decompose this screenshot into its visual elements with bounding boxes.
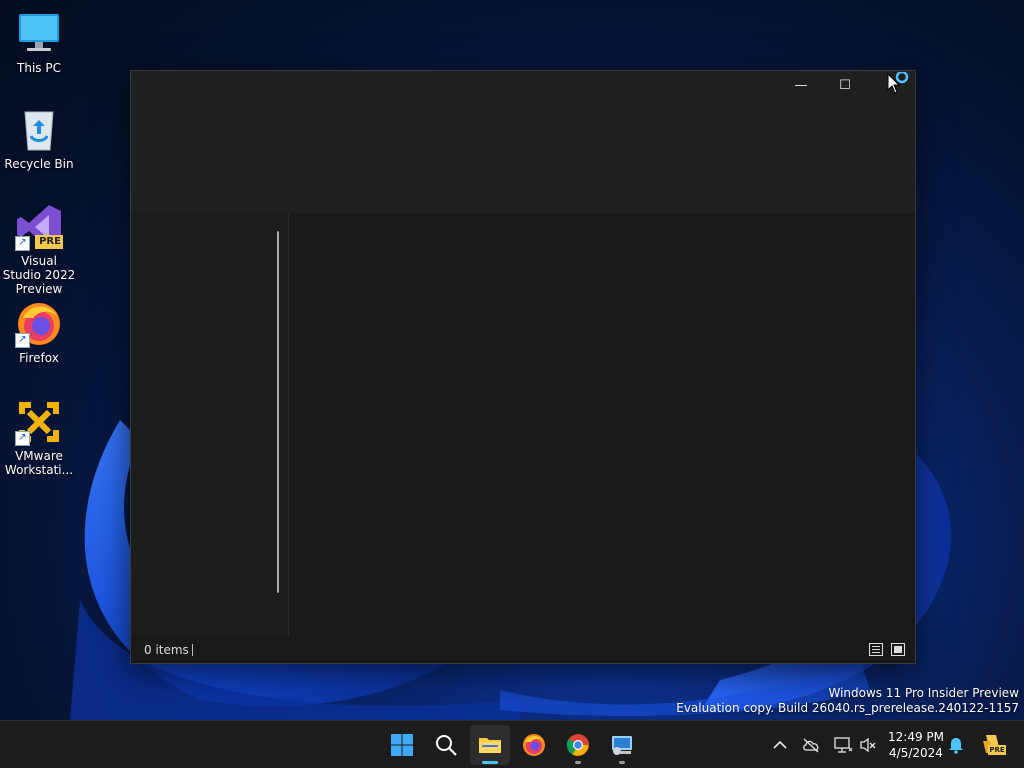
network-tray-button[interactable] <box>833 735 853 755</box>
taskbar: 12:49 PM 4/5/2024 PRE <box>0 720 1024 768</box>
visual-studio-icon: PRE ↗ <box>15 203 63 251</box>
desktop-icon-label: Visual Studio 2022 Preview <box>2 254 76 296</box>
chrome-icon <box>566 734 589 756</box>
explorer-content <box>131 213 915 636</box>
shortcut-arrow-icon: ↗ <box>15 431 30 446</box>
network-icon <box>834 737 853 753</box>
recycle-bin-icon <box>15 106 63 154</box>
computer-icon <box>15 10 63 58</box>
system-clock[interactable]: 12:49 PM 4/5/2024 <box>884 729 948 761</box>
taskbar-chrome[interactable] <box>558 725 598 765</box>
taskbar-file-explorer[interactable] <box>470 725 510 765</box>
volume-muted-icon <box>860 737 876 753</box>
search-button[interactable] <box>426 725 466 765</box>
desktop-icon-this-pc[interactable]: This PC <box>2 10 76 75</box>
status-bar: 0 items <box>131 636 915 663</box>
mouse-cursor <box>886 70 912 102</box>
active-indicator <box>482 761 498 764</box>
vmware-icon: ↗ <box>15 398 63 446</box>
desktop-icon-visual-studio[interactable]: PRE ↗ Visual Studio 2022 Preview <box>2 203 76 296</box>
large-icons-view-button[interactable] <box>891 643 905 656</box>
taskbar-firefox[interactable] <box>514 725 554 765</box>
firefox-icon <box>523 734 545 756</box>
file-explorer-window[interactable]: — ☐ ✕ 0 items <box>130 70 916 664</box>
pre-badge: PRE <box>988 745 1006 755</box>
watermark-line-2: Evaluation copy. Build 26040.rs_prerelea… <box>676 701 1019 715</box>
desktop-icon-label: This PC <box>17 61 61 75</box>
minimize-icon: — <box>794 78 808 93</box>
minimize-button[interactable]: — <box>779 71 823 103</box>
running-indicator <box>575 761 581 764</box>
desktop-icon-label: Firefox <box>19 351 59 365</box>
taskbar-app[interactable] <box>602 725 642 765</box>
details-view-icon <box>869 643 883 656</box>
large-icons-view-icon <box>891 643 905 656</box>
notifications-button[interactable] <box>946 735 966 755</box>
desktop-icon-firefox[interactable]: ↗ Firefox <box>2 300 76 365</box>
copilot-preview-button[interactable]: PRE <box>980 731 1006 757</box>
maximize-icon: ☐ <box>839 78 851 93</box>
bell-icon <box>949 738 963 754</box>
desktop-icon-label: Recycle Bin <box>4 157 74 171</box>
remote-desktop-icon <box>612 736 632 755</box>
start-button[interactable] <box>382 725 422 765</box>
shortcut-arrow-icon: ↗ <box>15 236 30 251</box>
running-indicator <box>619 761 625 764</box>
busy-spinner-icon <box>895 70 909 84</box>
details-view-button[interactable] <box>869 643 883 656</box>
clock-date: 4/5/2024 <box>889 746 943 760</box>
folder-icon <box>479 738 501 753</box>
show-hidden-icons-button[interactable] <box>770 735 790 755</box>
volume-tray-button[interactable] <box>858 735 878 755</box>
file-list-area[interactable] <box>289 213 915 636</box>
cloud-offline-icon <box>803 738 819 753</box>
navigation-pane[interactable] <box>131 213 289 636</box>
pre-badge: PRE <box>39 236 61 247</box>
chevron-up-icon <box>773 740 787 749</box>
windows-logo-icon <box>391 734 413 756</box>
onedrive-tray-button[interactable] <box>801 735 821 755</box>
window-titlebar[interactable]: — ☐ ✕ <box>131 71 915 213</box>
item-count: 0 items <box>144 643 189 657</box>
maximize-button[interactable]: ☐ <box>823 71 867 103</box>
firefox-icon: ↗ <box>15 300 63 348</box>
search-icon <box>436 735 457 756</box>
desktop-icon-recycle-bin[interactable]: Recycle Bin <box>2 106 76 171</box>
status-separator <box>192 644 193 656</box>
navigation-scrollbar[interactable] <box>277 231 279 593</box>
shortcut-arrow-icon: ↗ <box>15 333 30 348</box>
desktop-icon-label: VMware Workstati... <box>4 449 74 477</box>
desktop-icon-vmware[interactable]: ↗ VMware Workstati... <box>2 398 76 477</box>
watermark-line-1: Windows 11 Pro Insider Preview <box>828 686 1019 700</box>
clock-time: 12:49 PM <box>888 730 944 744</box>
